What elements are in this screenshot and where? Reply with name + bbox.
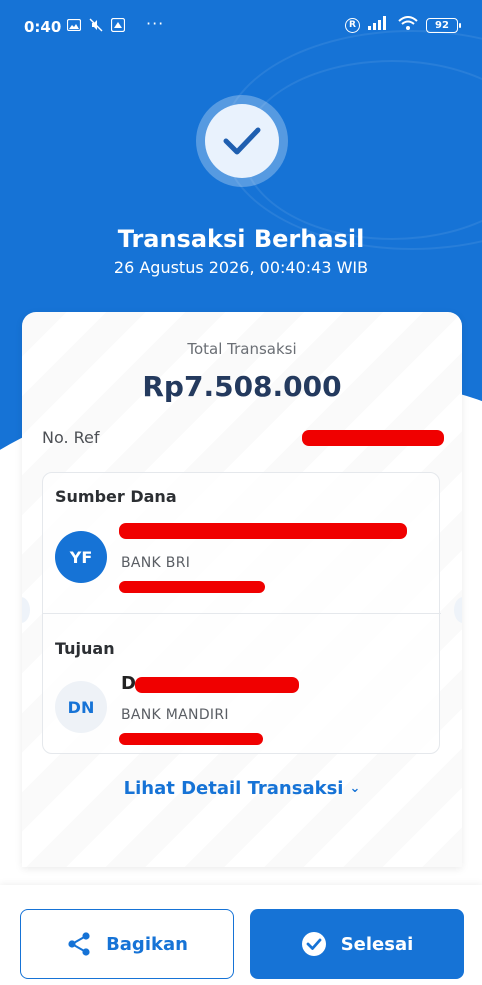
checkmark-icon [223,127,261,155]
registered-icon: R [345,17,360,33]
share-label: Bagikan [106,933,188,955]
chevron-down-icon: ⌄ [349,781,361,796]
status-bar: 0:40 ··· R 92 [0,0,482,54]
share-button[interactable]: Bagikan [20,909,234,979]
destination-account-redaction [119,733,263,745]
view-details-link[interactable]: Lihat Detail Transaksi ⌄ [22,778,462,799]
ref-redaction [302,430,444,446]
transaction-datetime: 26 Agustus 2026, 00:40:43 WIB [113,258,369,277]
done-button[interactable]: Selesai [250,909,464,979]
receipt-card: Total Transaksi Rp7.508.000 No. Ref Sumb… [22,312,462,867]
status-time: 0:40 [24,18,62,36]
gallery-icon [66,18,82,32]
destination-name-redaction [135,677,299,693]
total-label: Total Transaksi [187,340,297,358]
signal-icon [368,16,390,34]
success-badge [196,95,288,187]
source-bank: BANK BRI [121,555,191,571]
app-notification-icon [110,18,126,32]
share-icon [68,932,90,956]
wifi-icon [398,16,418,34]
battery-icon: 92 [426,17,461,33]
page-title: Transaksi Berhasil [117,225,365,253]
mute-icon [88,18,104,32]
more-notifications-icon: ··· [146,14,165,33]
ref-label: No. Ref [42,428,100,447]
view-details-label: Lihat Detail Transaksi [123,778,344,799]
destination-name: D [121,673,136,694]
success-badge-inner [205,104,279,178]
system-icons: R 92 [345,16,461,34]
notification-icons [66,18,126,32]
transfer-parties-box: Sumber Dana YF BANK BRI Tujuan DN D BANK… [42,472,441,754]
bottom-action-bar: Bagikan Selesai [0,885,482,985]
destination-bank: BANK MANDIRI [121,707,229,723]
destination-section-label: Tujuan [55,639,115,658]
done-label: Selesai [340,933,414,955]
total-amount: Rp7.508.000 [142,370,342,403]
check-circle-icon [301,932,326,956]
destination-avatar: DN [55,681,107,733]
source-name-redaction [119,523,407,539]
source-avatar: YF [55,531,107,583]
source-account-redaction [119,581,265,593]
source-section-label: Sumber Dana [55,487,177,506]
section-divider [43,613,441,614]
